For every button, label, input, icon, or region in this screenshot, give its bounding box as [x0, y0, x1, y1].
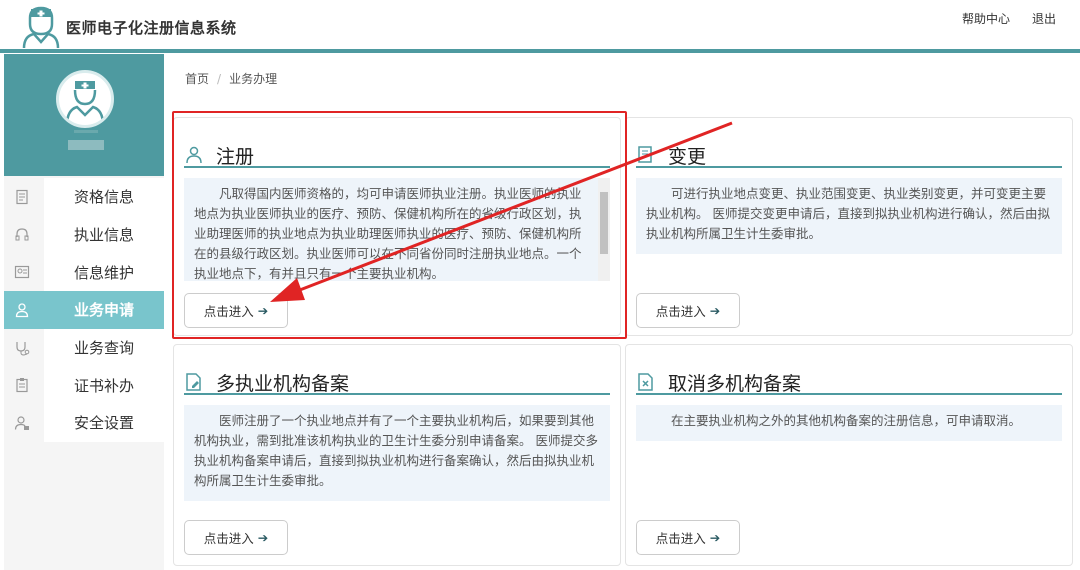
document-edit-icon	[638, 146, 652, 163]
clipboard-icon	[16, 378, 28, 393]
sidebar-item-security[interactable]: 安全设置	[4, 404, 164, 442]
sidebar-item-label: 执业信息	[74, 226, 135, 245]
sidebar-item-practice[interactable]: 执业信息	[4, 215, 164, 254]
card-title: 变更	[668, 146, 707, 168]
header-divider	[0, 49, 1080, 53]
profile-name-redacted	[68, 140, 104, 150]
register-enter-button[interactable]: 点击进入 ➔	[184, 293, 288, 328]
sidebar: 资格信息 执业信息 信息维护 业务申请 业务查询 证书补办 安全设置	[4, 54, 164, 570]
file-edit-icon	[186, 373, 201, 391]
stethoscope-icon	[16, 341, 30, 356]
description-scrollbar[interactable]: ▲ ▼	[598, 178, 610, 281]
button-label: 点击进入	[203, 304, 254, 319]
sidebar-item-qualification[interactable]: 资格信息	[4, 178, 164, 216]
sidebar-item-business-query[interactable]: 业务查询	[4, 328, 164, 367]
card-title: 取消多机构备案	[668, 373, 802, 395]
document-icon	[16, 189, 28, 205]
card-description-text: 凡取得国内医师资格的，均可申请医师执业注册。执业医师的执业地点为执业医师执业的医…	[194, 186, 582, 281]
multi-filing-enter-button[interactable]: 点击进入 ➔	[184, 520, 288, 555]
user-icon	[186, 146, 202, 164]
user-icon	[15, 303, 29, 318]
arrow-right-icon: ➔	[709, 303, 721, 318]
doctor-logo-icon	[22, 6, 60, 48]
breadcrumb-separator: /	[217, 72, 222, 86]
profile-subtitle	[74, 130, 98, 133]
card-description: 凡取得国内医师资格的，均可申请医师执业注册。执业医师的执业地点为执业医师执业的医…	[184, 178, 610, 281]
arrow-right-icon: ➔	[257, 530, 269, 545]
sidebar-item-label: 业务申请	[74, 301, 135, 320]
card-title: 注册	[216, 146, 255, 168]
card-description: 医师注册了一个执业地点并有了一个主要执业机构后，如果要到其他机构执业，需到批准该…	[184, 405, 610, 501]
card-change: 变更 可进行执业地点变更、执业范围变更、执业类别变更，并可变更主要执业机构。 医…	[625, 117, 1073, 336]
card-cancel-multi-filing: 取消多机构备案 在主要执业机构之外的其他机构备案的注册信息，可申请取消。 点击进…	[625, 344, 1073, 566]
card-register: 注册 凡取得国内医师资格的，均可申请医师执业注册。执业医师的执业地点为执业医师执…	[173, 117, 621, 336]
change-enter-button[interactable]: 点击进入 ➔	[636, 293, 740, 328]
app-title: 医师电子化注册信息系统	[66, 19, 237, 37]
sidebar-item-certificate-reissue[interactable]: 证书补办	[4, 366, 164, 405]
sidebar-item-label: 业务查询	[74, 339, 135, 358]
card-multi-institution-filing: 多执业机构备案 医师注册了一个执业地点并有了一个主要执业机构后，如果要到其他机构…	[173, 344, 621, 566]
card-description: 可进行执业地点变更、执业范围变更、执业类别变更，并可变更主要执业机构。 医师提交…	[636, 178, 1062, 254]
button-label: 点击进入	[655, 531, 706, 546]
button-label: 点击进入	[203, 531, 254, 546]
sidebar-item-business-apply[interactable]: 业务申请	[4, 291, 164, 329]
help-center-link[interactable]: 帮助中心	[962, 10, 1010, 27]
card-description: 在主要执业机构之外的其他机构备案的注册信息，可申请取消。	[636, 405, 1062, 441]
file-cancel-icon	[638, 373, 653, 391]
user-lock-icon	[14, 416, 29, 431]
sidebar-item-label: 证书补办	[74, 376, 135, 395]
id-card-icon	[14, 266, 30, 279]
card-header: 取消多机构备案	[636, 369, 1062, 395]
cancel-filing-enter-button[interactable]: 点击进入 ➔	[636, 520, 740, 555]
scroll-down-icon[interactable]: ▼	[598, 271, 610, 281]
breadcrumb: 首页 / 业务办理	[185, 70, 277, 87]
app-header: 医师电子化注册信息系统 帮助中心 退出	[0, 0, 1080, 50]
sidebar-menu: 资格信息 执业信息 信息维护 业务申请 业务查询 证书补办 安全设置	[4, 178, 164, 442]
sidebar-item-label: 安全设置	[74, 414, 135, 433]
breadcrumb-home[interactable]: 首页	[185, 72, 209, 86]
button-label: 点击进入	[655, 304, 706, 319]
sidebar-item-label: 资格信息	[74, 188, 135, 207]
doctor-avatar-icon	[65, 81, 105, 125]
arrow-right-icon: ➔	[257, 303, 269, 318]
headset-icon	[15, 228, 29, 241]
breadcrumb-current: 业务办理	[229, 72, 278, 86]
sidebar-item-maintenance[interactable]: 信息维护	[4, 253, 164, 292]
logout-link[interactable]: 退出	[1032, 10, 1056, 27]
user-profile	[4, 54, 164, 176]
card-header: 多执业机构备案	[184, 369, 610, 395]
card-header: 注册	[184, 142, 610, 168]
scroll-up-icon[interactable]: ▲	[598, 178, 610, 188]
card-header: 变更	[636, 142, 1062, 168]
card-title: 多执业机构备案	[216, 373, 350, 395]
scroll-thumb[interactable]	[600, 192, 608, 254]
sidebar-item-label: 信息维护	[74, 263, 135, 282]
arrow-right-icon: ➔	[709, 530, 721, 545]
avatar[interactable]	[56, 70, 114, 128]
